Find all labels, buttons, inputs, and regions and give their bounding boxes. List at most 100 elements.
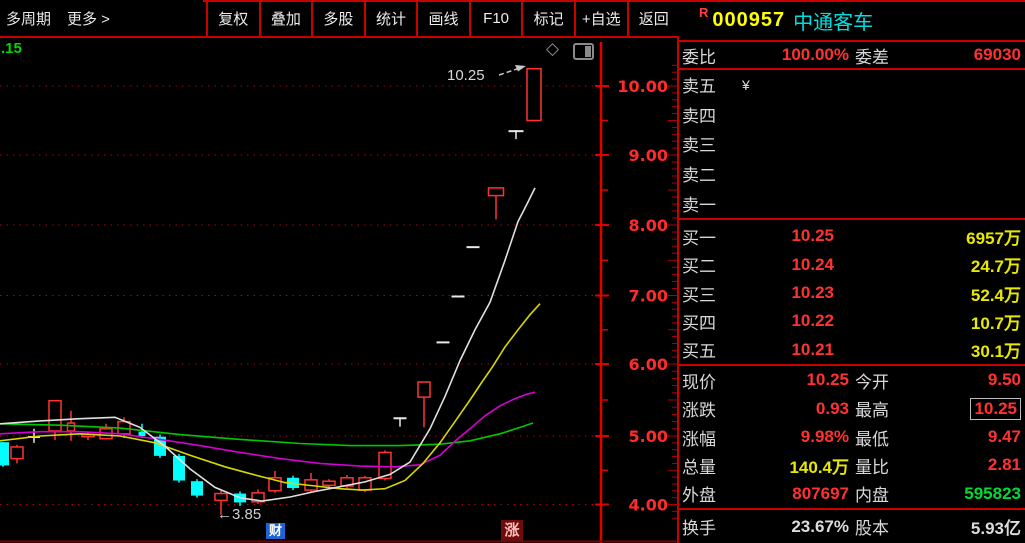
limit-up-stamp: 涨 <box>501 520 523 541</box>
weibi-label: 委比 <box>682 43 737 68</box>
panel-toggle-icon[interactable] <box>573 43 594 60</box>
info-row-price-open: 现价 10.25 今开 9.50 <box>679 366 1025 394</box>
toolbar-button-mark[interactable]: 标记 <box>521 0 574 36</box>
ask-level-label: 卖三 <box>682 131 740 156</box>
commission-ratio-row: 委比 100.00% 委差 69030 <box>679 42 1025 70</box>
toolbar-button-back[interactable]: 返回 <box>627 0 680 36</box>
bid-volume: 30.1万 <box>834 337 1021 362</box>
bid-level-label: 买四 <box>682 309 740 334</box>
stock-name: 中通客车 <box>793 6 873 35</box>
turnover-label: 换手 <box>682 514 737 539</box>
turnover-row-wrap: 换手 23.67% 股本 5.93亿 <box>679 510 1025 543</box>
ask-row-3[interactable]: 卖三 <box>679 129 1025 159</box>
ask-level-label: 卖五 <box>682 72 740 97</box>
svg-text:7.00: 7.00 <box>629 287 668 306</box>
ask-level-label: 卖四 <box>682 102 740 127</box>
bid-level-label: 买一 <box>682 224 740 249</box>
toolbar-button-draw[interactable]: 画线 <box>416 0 469 36</box>
stock-code: 000957 <box>712 9 785 32</box>
high-value: 10.25 <box>970 398 1021 420</box>
bid-level-label: 买三 <box>682 281 740 306</box>
finance-news-badge[interactable]: 财 <box>266 523 285 539</box>
quote-panel: R 000957 中通客车 委比 100.00% 委差 69030 卖五 ¥ 卖… <box>677 0 1025 543</box>
stock-terminal: 多周期 更多 > 复权 叠加 多股 统计 画线 F10 标记 +自选 返回 10… <box>0 0 1025 543</box>
toolbar-left: 多周期 更多 > <box>0 0 206 36</box>
diamond-icon[interactable]: ◇ <box>546 39 559 59</box>
candlestick-chart[interactable]: 10.009.008.007.006.005.004.00 <box>0 38 679 543</box>
more-button[interactable]: 更多 > <box>67 8 110 29</box>
share-capital-value: 5.93亿 <box>913 514 1021 539</box>
inner-lot-value: 595823 <box>913 484 1021 504</box>
svg-text:9.00: 9.00 <box>629 146 668 165</box>
bid-row-4[interactable]: 买四 10.22 10.7万 <box>679 307 1025 335</box>
bid-levels: 买一 10.25 6957万 买二 10.24 24.7万 买三 10.23 5… <box>679 222 1025 366</box>
bid-row-3[interactable]: 买三 10.23 52.4万 <box>679 279 1025 307</box>
toolbar-button-adjust[interactable]: 复权 <box>206 0 259 36</box>
weibi-value: 100.00% <box>737 45 849 65</box>
current-price-value: 10.25 <box>737 370 849 390</box>
svg-text:4.00: 4.00 <box>629 496 668 515</box>
stock-header: R 000957 中通客车 <box>679 0 1025 42</box>
info-row-pct-low: 涨幅 9.98% 最低 9.47 <box>679 423 1025 451</box>
volume-ratio-label: 量比 <box>855 453 913 478</box>
toolbar-button-stats[interactable]: 统计 <box>364 0 417 36</box>
low-label: 最低 <box>855 425 913 450</box>
ask-row-2[interactable]: 卖二 <box>679 159 1025 189</box>
ma-legend-fragment: .15 <box>1 40 22 57</box>
top-border <box>203 0 1025 2</box>
bid-row-5[interactable]: 买五 10.21 30.1万 <box>679 336 1025 364</box>
bid-volume: 52.4万 <box>834 281 1021 306</box>
bid-volume: 24.7万 <box>834 252 1021 277</box>
svg-text:10.00: 10.00 <box>617 77 668 96</box>
bid-price: 10.23 <box>740 283 834 303</box>
info-row-outer-inner: 外盘 807697 内盘 595823 <box>679 480 1025 508</box>
current-price-label: 现价 <box>682 368 737 393</box>
bid-price: 10.22 <box>740 311 834 331</box>
outer-lot-value: 807697 <box>737 484 849 504</box>
bid-row-2[interactable]: 买二 10.24 24.7万 <box>679 250 1025 278</box>
chart-area[interactable]: 10.009.008.007.006.005.004.00 .15 10.25 … <box>0 38 679 543</box>
bid-volume: 6957万 <box>834 224 1021 249</box>
ask-level-label: 卖一 <box>682 191 740 216</box>
toolbar-button-overlay[interactable]: 叠加 <box>259 0 312 36</box>
high-price-annotation: 10.25 <box>447 67 485 84</box>
bid-price: 10.24 <box>740 255 834 275</box>
inner-lot-label: 内盘 <box>855 481 913 506</box>
ask-row-4[interactable]: 卖四 <box>679 100 1025 130</box>
total-volume-value: 140.4万 <box>737 453 849 478</box>
info-row-turnover-shares: 换手 23.67% 股本 5.93亿 <box>679 510 1025 543</box>
change-pct-label: 涨幅 <box>682 425 737 450</box>
turnover-value: 23.67% <box>737 517 849 537</box>
toolbar-buttons: 复权 叠加 多股 统计 画线 F10 标记 +自选 返回 <box>206 0 679 36</box>
toolbar-button-add-watchlist[interactable]: +自选 <box>574 0 627 36</box>
bid-price: 10.25 <box>740 226 834 246</box>
svg-text:8.00: 8.00 <box>629 216 668 235</box>
svg-text:6.00: 6.00 <box>629 355 668 374</box>
ask-row-5[interactable]: 卖五 ¥ <box>679 70 1025 100</box>
panel-toggle-fill <box>585 46 591 57</box>
outer-lot-label: 外盘 <box>682 481 737 506</box>
bid-volume: 10.7万 <box>834 309 1021 334</box>
toolbar: 多周期 更多 > 复权 叠加 多股 统计 画线 F10 标记 +自选 返回 <box>0 0 679 38</box>
toolbar-button-f10[interactable]: F10 <box>469 0 522 36</box>
yen-icon: ¥ <box>742 77 750 93</box>
bid-price: 10.21 <box>740 340 834 360</box>
total-volume-label: 总量 <box>682 453 737 478</box>
low-value: 9.47 <box>913 427 1021 447</box>
low-price-annotation: ←3.85 <box>217 506 261 523</box>
change-value: 0.93 <box>737 399 849 419</box>
margin-flag: R <box>699 5 708 20</box>
bid-row-1[interactable]: 买一 10.25 6957万 <box>679 222 1025 250</box>
toolbar-button-multistock[interactable]: 多股 <box>311 0 364 36</box>
high-label: 最高 <box>855 396 913 421</box>
info-row-volume-ratio: 总量 140.4万 量比 2.81 <box>679 451 1025 479</box>
bid-level-label: 买五 <box>682 337 740 362</box>
info-row-change-high: 涨跌 0.93 最高 10.25 <box>679 394 1025 422</box>
open-value: 9.50 <box>913 370 1021 390</box>
ask-row-1[interactable]: 卖一 <box>679 188 1025 218</box>
ask-level-label: 卖二 <box>682 161 740 186</box>
open-label: 今开 <box>855 368 913 393</box>
weicha-value: 69030 <box>913 45 1021 65</box>
weicha-label: 委差 <box>855 43 913 68</box>
multi-period-button[interactable]: 多周期 <box>6 8 51 29</box>
